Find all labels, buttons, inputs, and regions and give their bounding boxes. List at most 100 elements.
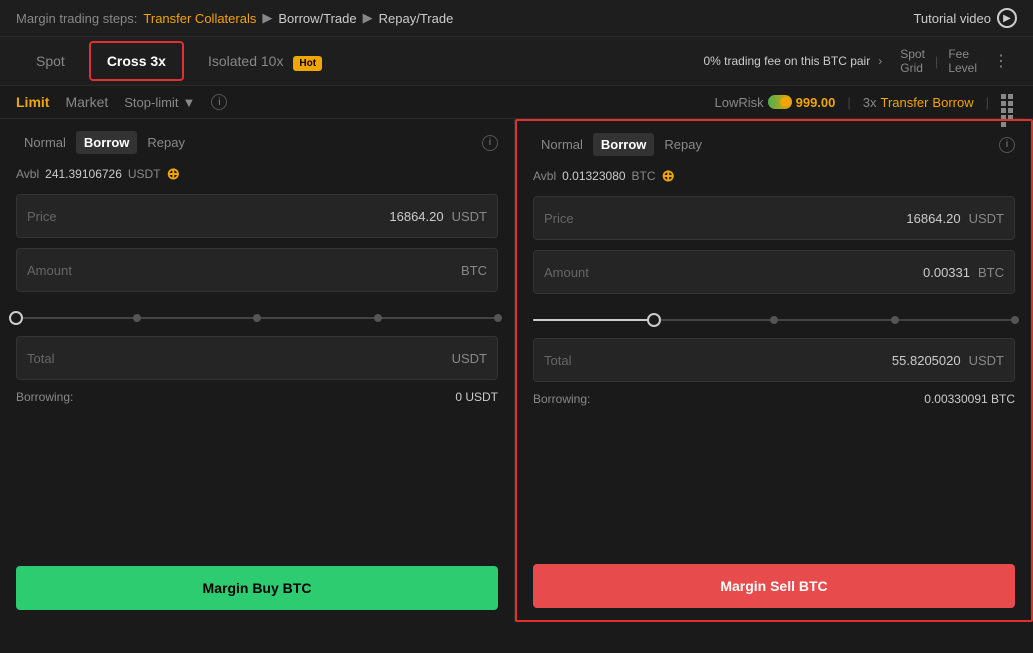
breadcrumb-step1[interactable]: Transfer Collaterals (143, 11, 256, 26)
sell-info-icon[interactable]: i (999, 137, 1015, 153)
fee-info: 0% trading fee on this BTC pair › (693, 54, 892, 68)
breadcrumb-arrow1: ▶ (262, 10, 272, 26)
buy-slider-thumb[interactable] (9, 311, 23, 325)
sell-total-input[interactable]: Total 55.8205020 USDT (533, 338, 1015, 382)
sell-avbl-plus[interactable]: ⊕ (662, 166, 675, 186)
order-type-right: LowRisk 999.00 | 3x Transfer Borrow | (714, 94, 1017, 110)
buy-slider-tick-25 (133, 314, 141, 322)
sell-price-currency: USDT (969, 211, 1004, 226)
tab-bar: Spot Cross 3x Isolated 10x Hot 0% tradin… (0, 37, 1033, 86)
order-type-stop-limit[interactable]: Stop-limit ▼ (124, 95, 195, 110)
sell-amount-currency: BTC (978, 265, 1004, 280)
tutorial-button[interactable]: Tutorial video ▶ (913, 8, 1017, 28)
tab-isolated[interactable]: Isolated 10x Hot (188, 39, 342, 83)
breadcrumb-bar: Margin trading steps: Transfer Collatera… (0, 0, 1033, 37)
tab-cross[interactable]: Cross 3x (89, 41, 184, 81)
buy-panel: Normal Borrow Repay i Avbl 241.39106726 … (0, 119, 515, 622)
risk-indicator (768, 95, 792, 109)
sell-tab-normal[interactable]: Normal (533, 133, 591, 156)
tutorial-label: Tutorial video (913, 11, 991, 26)
sell-slider-track (533, 319, 1015, 321)
breadcrumb: Margin trading steps: Transfer Collatera… (16, 10, 453, 26)
sell-amount-input[interactable]: Amount 0.00331 BTC (533, 250, 1015, 294)
tab-right-links: SpotGrid | FeeLevel (892, 43, 985, 79)
sell-total-value: 55.8205020 (604, 353, 961, 368)
fee-level-link[interactable]: FeeLevel (940, 43, 985, 79)
order-type-bar: Limit Market Stop-limit ▼ i LowRisk 999.… (0, 86, 1033, 119)
sell-avbl-row: Avbl 0.01323080 BTC ⊕ (533, 166, 1015, 186)
transfer-borrow-links: 3x Transfer Borrow (863, 95, 974, 110)
fee-info-text: 0% trading fee on this BTC pair (703, 54, 870, 68)
buy-avbl-plus[interactable]: ⊕ (167, 164, 180, 184)
layout-toggle[interactable] (1001, 94, 1017, 110)
buy-slider[interactable] (16, 302, 498, 326)
margin-buy-button[interactable]: Margin Buy BTC (16, 566, 498, 610)
sell-avbl-value: 0.01323080 (562, 169, 625, 183)
margin-sell-button[interactable]: Margin Sell BTC (533, 564, 1015, 608)
buy-borrowing-value: 0 USDT (455, 390, 498, 404)
sell-sub-tabs: Normal Borrow Repay i (533, 133, 1015, 156)
sell-price-value: 16864.20 (604, 211, 961, 226)
more-options-button[interactable]: ⋮ (985, 47, 1017, 75)
risk-value: 999.00 (796, 95, 836, 110)
borrow-link[interactable]: Borrow (932, 95, 973, 110)
sell-total-label: Total (544, 353, 604, 368)
sell-avbl-currency: BTC (632, 169, 656, 183)
sell-amount-value: 0.00331 (604, 265, 970, 280)
buy-avbl-currency: USDT (128, 167, 161, 181)
tab-cross-label: Cross 3x (107, 53, 166, 69)
lowrisk-badge: LowRisk 999.00 (714, 95, 835, 110)
breadcrumb-step3[interactable]: Repay/Trade (379, 11, 454, 26)
sell-slider-thumb[interactable] (647, 313, 661, 327)
stop-limit-arrow: ▼ (182, 95, 195, 110)
buy-tab-borrow[interactable]: Borrow (76, 131, 138, 154)
buy-total-currency: USDT (452, 351, 487, 366)
breadcrumb-step2[interactable]: Borrow/Trade (278, 11, 356, 26)
buy-slider-track (16, 317, 498, 319)
buy-borrowing-row: Borrowing: 0 USDT (16, 390, 498, 404)
buy-price-currency: USDT (452, 209, 487, 224)
buy-avbl-label: Avbl (16, 167, 39, 181)
sell-total-currency: USDT (969, 353, 1004, 368)
tab-spot[interactable]: Spot (16, 39, 85, 83)
trading-columns: Normal Borrow Repay i Avbl 241.39106726 … (0, 119, 1033, 622)
sell-panel: Normal Borrow Repay i Avbl 0.01323080 BT… (515, 119, 1033, 622)
buy-amount-currency: BTC (461, 263, 487, 278)
sell-price-input[interactable]: Price 16864.20 USDT (533, 196, 1015, 240)
buy-price-value: 16864.20 (87, 209, 444, 224)
buy-total-input[interactable]: Total USDT (16, 336, 498, 380)
sell-borrowing-row: Borrowing: 0.00330091 BTC (533, 392, 1015, 406)
buy-slider-tick-100 (494, 314, 502, 322)
sell-avbl-label: Avbl (533, 169, 556, 183)
buy-avbl-value: 241.39106726 (45, 167, 122, 181)
tab-isolated-label: Isolated 10x (208, 53, 284, 69)
buy-avbl-row: Avbl 241.39106726 USDT ⊕ (16, 164, 498, 184)
buy-tab-normal[interactable]: Normal (16, 131, 74, 154)
spot-grid-link[interactable]: SpotGrid (892, 43, 933, 79)
sell-amount-label: Amount (544, 265, 604, 280)
sell-borrowing-value: 0.00330091 BTC (924, 392, 1015, 406)
buy-slider-tick-75 (374, 314, 382, 322)
buy-info-icon[interactable]: i (482, 135, 498, 151)
order-type-market[interactable]: Market (65, 94, 108, 110)
sell-tab-repay[interactable]: Repay (656, 133, 710, 156)
tutorial-play-icon: ▶ (997, 8, 1017, 28)
transfer-link[interactable]: Transfer (881, 95, 929, 110)
sell-slider-tick-75 (891, 316, 899, 324)
sell-tab-borrow[interactable]: Borrow (593, 133, 655, 156)
sell-slider[interactable] (533, 304, 1015, 328)
tab-v-divider: | (935, 54, 938, 69)
sell-slider-tick-100 (1011, 316, 1019, 324)
x3-badge: 3x (863, 95, 877, 110)
buy-price-label: Price (27, 209, 87, 224)
sell-slider-fill (533, 319, 654, 321)
order-type-limit[interactable]: Limit (16, 94, 49, 110)
order-info-icon[interactable]: i (211, 94, 227, 110)
buy-price-input[interactable]: Price 16864.20 USDT (16, 194, 498, 238)
fee-info-arrow: › (878, 54, 882, 68)
sell-slider-tick-50 (770, 316, 778, 324)
buy-slider-tick-50 (253, 314, 261, 322)
buy-amount-input[interactable]: Amount BTC (16, 248, 498, 292)
buy-tab-repay[interactable]: Repay (139, 131, 193, 154)
sell-borrowing-label: Borrowing: (533, 392, 590, 406)
